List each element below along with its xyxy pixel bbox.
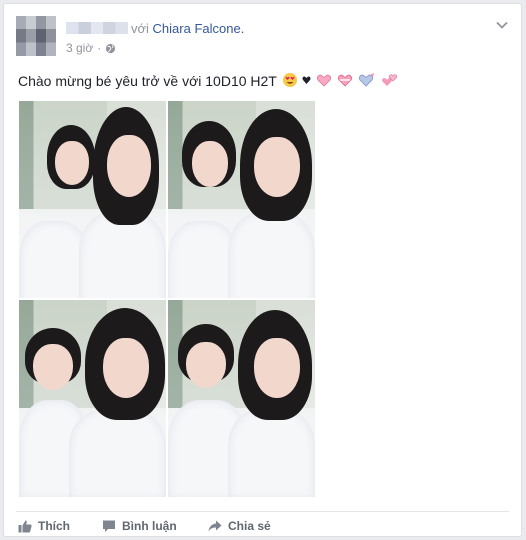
with-label: với [131, 21, 149, 36]
like-button[interactable]: Thích [18, 516, 102, 536]
post-message: Chào mừng bé yêu trở về với 10D10 H2T [18, 72, 398, 90]
post-card: với Chiara Falcone. 3 giờ · Chào mừng bé… [3, 3, 522, 537]
post-meta: 3 giờ · [66, 41, 116, 55]
share-button[interactable]: Chia sẻ [208, 516, 298, 536]
photo-bottom-right[interactable] [168, 300, 315, 497]
share-label: Chia sẻ [228, 519, 271, 533]
globe-icon[interactable] [105, 43, 116, 54]
comment-button[interactable]: Bình luận [102, 516, 208, 536]
photo-top-left[interactable] [19, 101, 166, 298]
like-label: Thích [38, 519, 70, 533]
comment-label: Bình luận [122, 519, 177, 533]
share-arrow-icon [208, 520, 222, 532]
comment-icon [103, 520, 115, 532]
post-message-text: Chào mừng bé yêu trở về với 10D10 H2T [18, 73, 277, 89]
post-header: với Chiara Falcone. [66, 21, 244, 37]
photo-bottom-left[interactable] [19, 300, 166, 497]
author-name-blurred[interactable] [66, 22, 128, 34]
black-heart-emoji [302, 76, 311, 84]
chevron-down-icon[interactable] [495, 18, 509, 32]
photo-top-right[interactable] [168, 101, 315, 298]
tagged-person-link[interactable]: Chiara Falcone. [153, 21, 245, 36]
post-timestamp[interactable]: 3 giờ [66, 41, 93, 55]
photo-collage[interactable] [19, 101, 315, 497]
actions-divider [16, 511, 509, 512]
heart-ribbon-emoji [338, 74, 353, 87]
pink-heart-emoji [317, 74, 332, 87]
avatar[interactable] [16, 16, 56, 56]
thumbs-up-icon [18, 520, 32, 533]
heart-eyes-emoji [282, 73, 297, 87]
two-hearts-emoji [381, 74, 397, 86]
heart-gift-emoji [359, 73, 375, 87]
post-actions: Thích Bình luận Chia sẻ [18, 516, 298, 536]
